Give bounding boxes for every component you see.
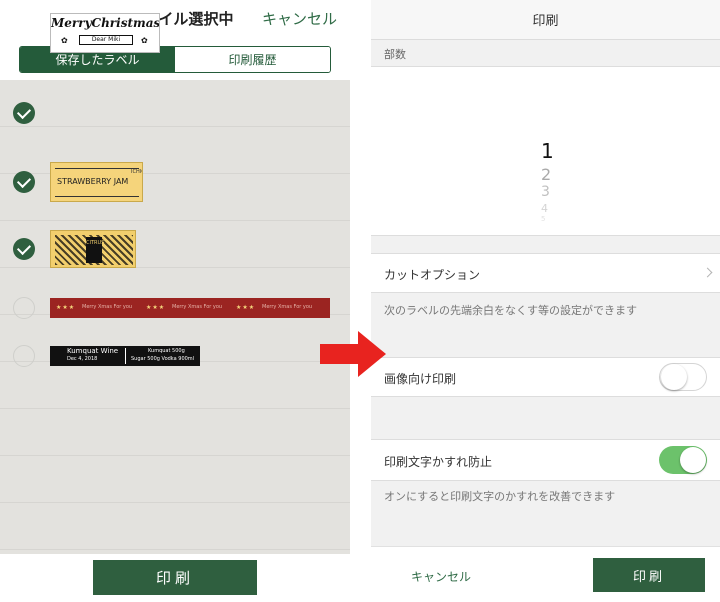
divider [125, 348, 126, 364]
label-checkbox-1[interactable] [13, 102, 35, 124]
picker-value[interactable]: 4 [541, 202, 548, 215]
picker-value-selected[interactable]: 1 [541, 139, 554, 163]
star-icon: ★★★ [236, 304, 256, 311]
label-text: Kumquat 500g [148, 348, 185, 354]
label-thumbnail-red-ribbon[interactable]: ★★★ Merry Xmas For you ★★★ Merry Xmas Fo… [50, 298, 330, 318]
label-selection-panel: 3ファイル選択中 キャンセル 保存したラベル 印刷履歴 MerryChristm… [0, 0, 350, 602]
label-text: Dear Miki [79, 35, 133, 45]
copies-label: 部数 [384, 48, 406, 61]
holly-icon: ✿ [141, 36, 148, 45]
label-checkbox-3[interactable] [13, 238, 35, 260]
label-text: Dec 4, 2018 [67, 356, 98, 362]
arrow-right-icon [320, 331, 386, 377]
tab-print-history[interactable]: 印刷履歴 [175, 47, 330, 72]
toggle-knob [661, 364, 687, 390]
holly-icon: ✿ [61, 36, 68, 45]
label-text: Sugar 500g Vodka 900ml [131, 356, 195, 362]
blur-prevention-description: オンにすると印刷文字のかすれを改善できます [384, 490, 616, 503]
label-checkbox-2[interactable] [13, 171, 35, 193]
label-text: Merry Xmas For you [172, 304, 223, 310]
label-text: Merry Xmas For you [262, 304, 313, 310]
print-settings-panel: 印刷 部数 1 2 3 4 5 カットオプション 次のラベルの先端余白をなくす等… [371, 0, 720, 602]
label-thumbnail-pattern[interactable]: CITRUS [50, 230, 136, 268]
blur-prevention-label: 印刷文字かすれ防止 [384, 455, 493, 469]
label-checkbox-5[interactable] [13, 345, 35, 367]
image-print-label: 画像向け印刷 [384, 372, 457, 386]
divider [55, 168, 139, 169]
label-text: ICHIGO [131, 169, 142, 175]
label-text: MerryChristmas [51, 16, 160, 30]
star-icon: ★★★ [146, 304, 166, 311]
copies-picker[interactable]: 1 2 3 4 5 [371, 66, 720, 236]
label-text: CITRUS [86, 237, 104, 263]
picker-value[interactable]: 3 [541, 184, 550, 200]
cancel-button[interactable]: キャンセル [411, 568, 471, 585]
image-print-row: 画像向け印刷 [371, 357, 720, 397]
label-text: Merry Xmas For you [82, 304, 133, 310]
print-button[interactable]: 印刷 [93, 560, 257, 595]
label-thumbnail-strawberry-jam[interactable]: STRAWBERRY JAM ICHIGO [50, 162, 143, 202]
cut-option-description: 次のラベルの先端余白をなくす等の設定ができます [384, 304, 637, 317]
blur-prevention-toggle[interactable] [659, 446, 707, 474]
cancel-selection-button[interactable]: キャンセル [262, 8, 337, 29]
star-icon: ★★★ [56, 304, 76, 311]
cut-option-row[interactable]: カットオプション [371, 253, 720, 293]
print-settings-footer: キャンセル 印刷 [371, 546, 720, 602]
label-checkbox-4[interactable] [13, 297, 35, 319]
label-text: Kumquat Wine [67, 347, 119, 355]
toggle-knob [680, 447, 706, 473]
picker-value[interactable]: 5 [541, 215, 545, 223]
cut-option-label: カットオプション [384, 268, 481, 282]
blur-prevention-row: 印刷文字かすれ防止 [371, 439, 720, 481]
label-text: STRAWBERRY JAM [57, 177, 129, 186]
chevron-right-icon [702, 267, 713, 278]
image-print-toggle[interactable] [659, 363, 707, 391]
print-button[interactable]: 印刷 [593, 558, 705, 592]
label-thumbnail-christmas[interactable]: MerryChristmas ✿ Dear Miki ✿ [50, 13, 160, 53]
print-settings-header: 印刷 [371, 0, 720, 40]
divider [55, 196, 139, 197]
picker-value[interactable]: 2 [541, 165, 551, 184]
label-thumbnail-kumquat-wine[interactable]: Kumquat Wine Dec 4, 2018 Kumquat 500g Su… [50, 346, 200, 366]
